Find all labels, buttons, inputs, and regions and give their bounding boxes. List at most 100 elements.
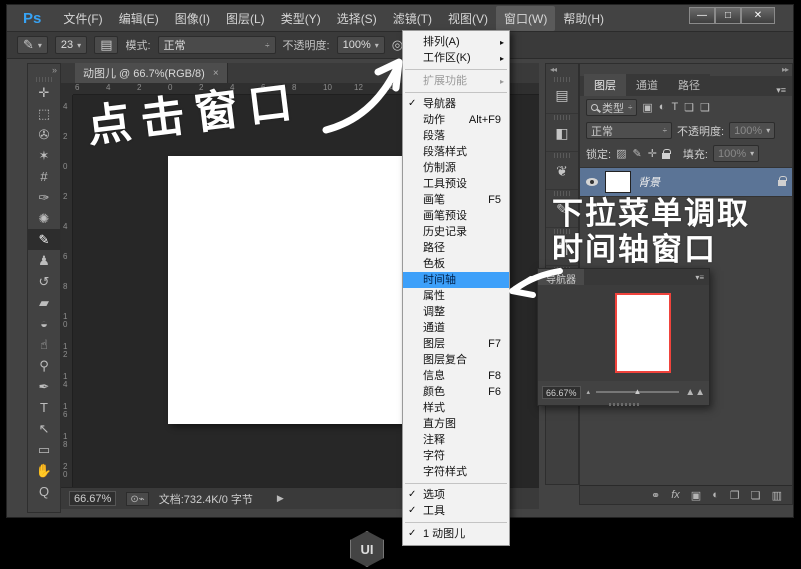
menu-item-1[interactable]: 编辑(E) [111,6,167,31]
pen-tool[interactable]: ✒ [28,376,60,397]
menu-item-5[interactable]: 选择(S) [329,6,385,31]
clone-stamp-tool[interactable]: ♟ [28,250,60,271]
menu-item-4[interactable]: 类型(Y) [273,6,329,31]
marquee-tool[interactable]: ⬚ [28,103,60,124]
menu-item-3[interactable]: 图层(L) [218,6,273,31]
blend-mode-select[interactable]: 正常 ÷ [157,36,276,54]
toggle-brush-panel-button[interactable]: ▤ [94,36,119,54]
adjustment-layer-icon[interactable]: ◐ [712,489,719,501]
window-menu-item-扩展功能[interactable]: 扩展功能 ▸ [403,73,509,89]
status-zoom-field[interactable]: 66.67% [69,491,117,506]
layer-blend-mode-select[interactable]: 正常 ÷ [586,122,672,139]
close-button[interactable]: ✕ [741,7,775,24]
window-menu-item-1-动图儿[interactable]: 1 动图儿 ✓ [403,526,509,542]
menu-item-6[interactable]: 滤镜(T) [385,6,440,31]
filter-pixel-icon[interactable]: ▣ [642,101,652,114]
window-menu-item-路径[interactable]: 路径 [403,240,509,256]
window-menu-item-字符[interactable]: 字符 [403,448,509,464]
window-menu-item-图层复合[interactable]: 图层复合 [403,352,509,368]
menu-item-9[interactable]: 帮助(H) [555,6,612,31]
dodge-tool[interactable]: ⚲ [28,355,60,376]
window-menu-item-时间轴[interactable]: 时间轴 [403,272,509,288]
move-tool[interactable]: ✛ [28,82,60,103]
tab-paths[interactable]: 路径 [668,74,710,96]
window-menu-item-信息[interactable]: 信息 F8 [403,368,509,384]
filter-type-icon[interactable]: T [671,101,678,114]
lock-move-icon[interactable]: ✛ [648,147,657,160]
brush-preset-picker[interactable]: 23 ▾ [54,36,88,54]
layer-style-icon[interactable]: fx [671,489,680,501]
menu-item-7[interactable]: 视图(V) [440,6,496,31]
window-menu-item-段落[interactable]: 段落 [403,128,509,144]
window-menu-item-直方图[interactable]: 直方图 [403,416,509,432]
lock-transparent-icon[interactable]: ▨ [616,147,626,160]
zoom-tool[interactable]: Q [28,481,60,502]
minimize-button[interactable]: — [689,7,715,24]
healing-brush-tool[interactable]: ✺ [28,208,60,229]
gradient-tool[interactable]: ◒ [28,313,60,334]
link-layers-icon[interactable]: ⚭ [651,489,660,502]
lock-all-icon[interactable] [661,148,671,159]
delete-layer-icon[interactable]: ▥ [772,489,782,502]
layer-row-background[interactable]: 背景 [580,167,792,197]
window-menu-item-历史记录[interactable]: 历史记录 [403,224,509,240]
window-menu-item-段落样式[interactable]: 段落样式 [403,144,509,160]
history-panel-icon[interactable]: ▤ [546,82,578,114]
eyedropper-tool[interactable]: ✑ [28,187,60,208]
panel-resize-grip[interactable] [608,403,639,406]
canvas[interactable] [168,156,403,424]
window-menu-item-颜色[interactable]: 颜色 F6 [403,384,509,400]
lock-paint-icon[interactable]: ✎ [632,147,641,160]
window-menu-item-排列-A-[interactable]: 排列(A) ▸ [403,34,509,50]
window-menu-item-属性[interactable]: 属性 [403,288,509,304]
window-menu-item-工作区-K-[interactable]: 工作区(K) ▸ [403,50,509,66]
window-menu-item-样式[interactable]: 样式 [403,400,509,416]
status-menu-arrow-icon[interactable]: ▶ [277,493,284,504]
window-menu-item-画笔[interactable]: 画笔 F5 [403,192,509,208]
eraser-tool[interactable]: ▰ [28,292,60,313]
history-brush-tool[interactable]: ↺ [28,271,60,292]
filter-shape-icon[interactable]: ❏ [684,101,694,114]
window-menu-item-工具[interactable]: 工具 ✓ [403,503,509,519]
filter-adjustment-icon[interactable]: ◐ [659,101,666,114]
menu-item-2[interactable]: 图像(I) [167,6,218,31]
window-menu-item-字符样式[interactable]: 字符样式 [403,464,509,480]
zoom-in-icon[interactable]: ▲▲ [685,387,705,398]
tab-channels[interactable]: 通道 [626,74,668,96]
brush-tool[interactable]: ✎ [28,229,60,250]
hand-tool[interactable]: ✋ [28,460,60,481]
tab-layers[interactable]: 图层 [584,74,626,96]
zoom-slider[interactable]: ▲ [596,387,680,396]
visibility-eye-icon[interactable] [586,178,598,186]
window-menu-item-导航器[interactable]: 导航器 ✓ [403,96,509,112]
window-menu-item-注释[interactable]: 注释 [403,432,509,448]
navigator-proxy-view[interactable] [615,293,671,373]
smudge-tool[interactable]: ☝ [28,334,60,355]
panel-menu-icon[interactable]: ▾≡ [695,273,704,282]
window-menu-item-色板[interactable]: 色板 [403,256,509,272]
layer-group-icon[interactable]: ❐ [730,489,740,502]
magic-wand-tool[interactable]: ✶ [28,145,60,166]
filter-smart-icon[interactable]: ❑ [700,101,710,114]
window-menu-item-调整[interactable]: 调整 [403,304,509,320]
panel-menu-icon[interactable]: ▾≡ [776,85,786,96]
tool-preset-picker[interactable]: ✎ ▾ [17,36,48,54]
crop-tool[interactable]: # [28,166,60,187]
expand-panels-button[interactable]: ◂◂ [546,64,578,76]
window-menu-item-选项[interactable]: 选项 ✓ [403,487,509,503]
menu-window[interactable]: 窗口(W) [496,5,556,31]
type-tool[interactable]: T [28,397,60,418]
layer-mask-icon[interactable]: ▣ [691,489,701,502]
adjustments-panel-icon[interactable]: ◧ [546,120,578,152]
window-menu-item-仿制源[interactable]: 仿制源 [403,160,509,176]
layer-filter-select[interactable]: 类型 ÷ [586,99,638,116]
path-select-tool[interactable]: ↖ [28,418,60,439]
fill-select[interactable]: 100% ▾ [712,145,760,162]
menu-item-0[interactable]: 文件(F) [55,6,110,31]
collapse-tools-button[interactable]: » [28,64,60,76]
navigator-zoom-field[interactable]: 66.67% [542,385,581,399]
lasso-tool[interactable]: ✇ [28,124,60,145]
shape-tool[interactable]: ▭ [28,439,60,460]
window-menu-item-图层[interactable]: 图层 F7 [403,336,509,352]
zoom-out-icon[interactable]: ▴ [587,388,591,396]
